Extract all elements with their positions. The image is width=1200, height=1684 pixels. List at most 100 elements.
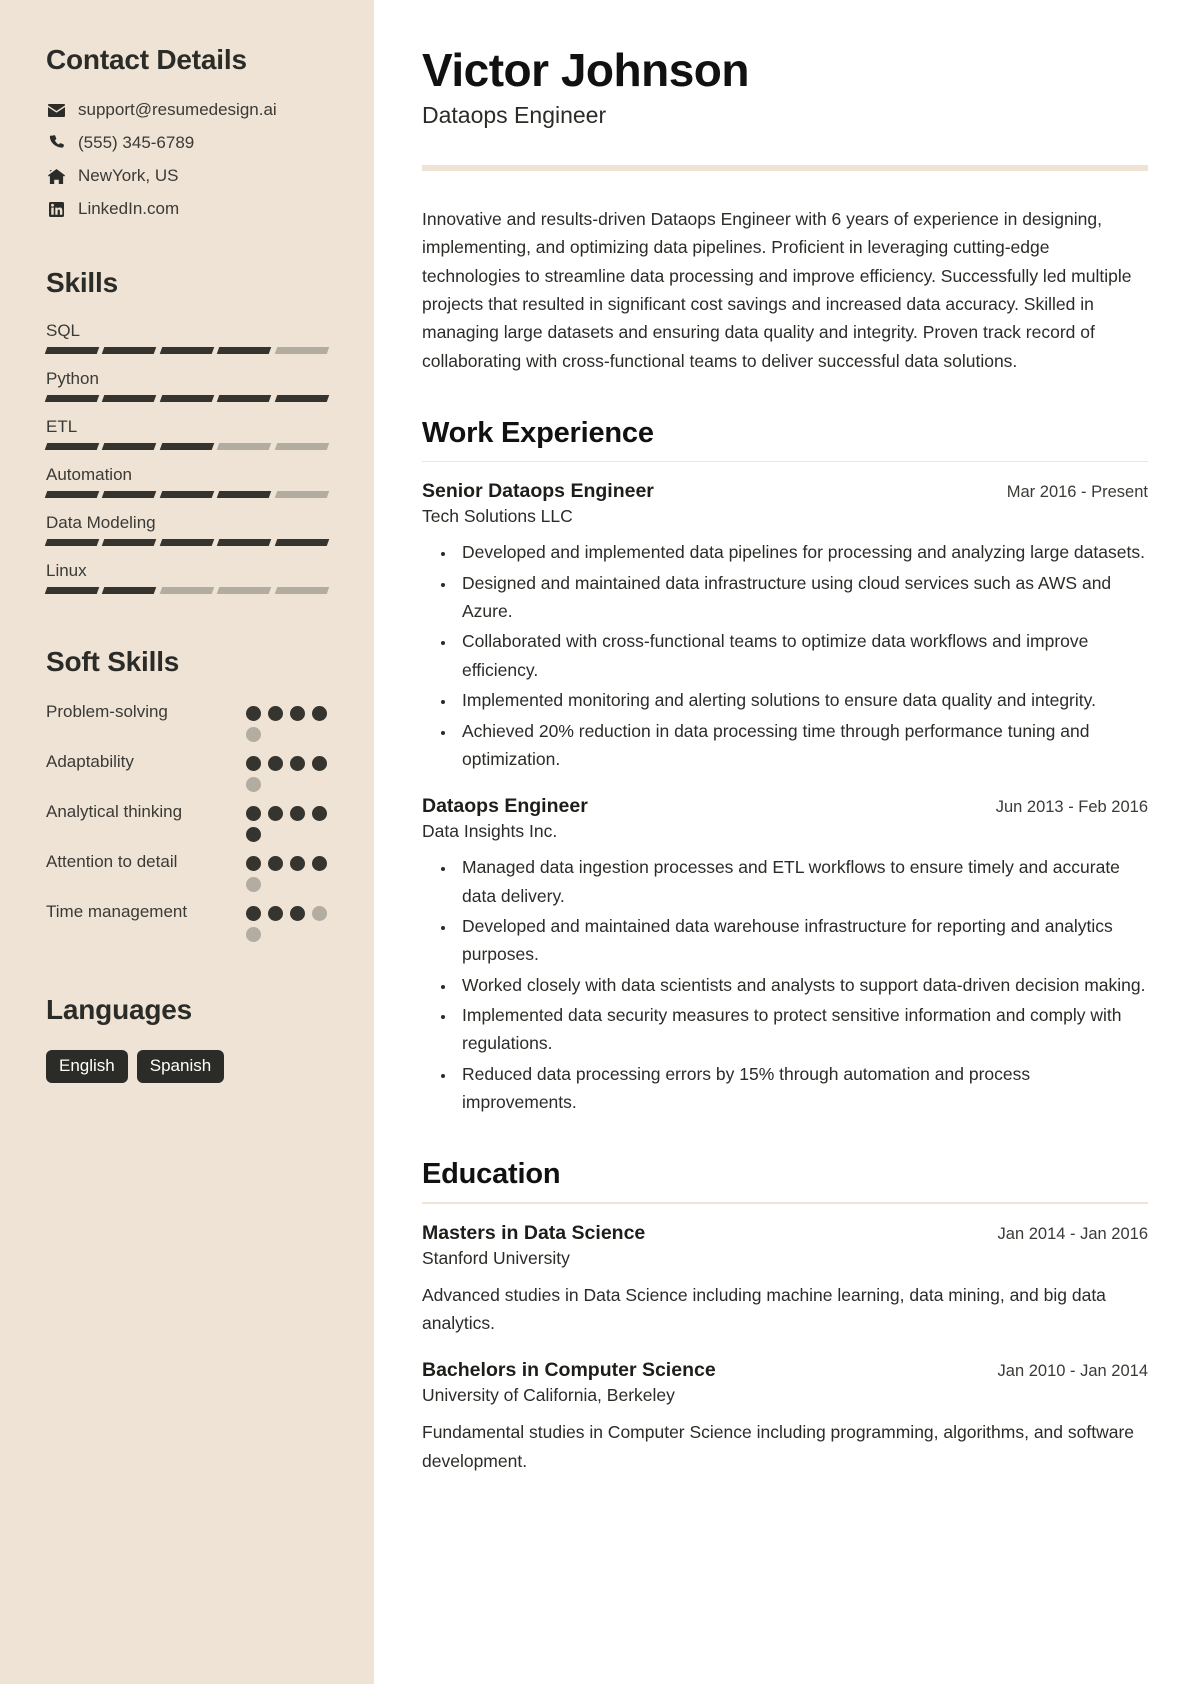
work-bullet: Developed and maintained data warehouse … bbox=[456, 912, 1148, 969]
rating-dot bbox=[290, 806, 305, 821]
skill-segment bbox=[44, 587, 100, 594]
contact-item[interactable]: support@resumedesign.ai bbox=[46, 100, 328, 120]
candidate-job-title: Dataops Engineer bbox=[422, 101, 607, 128]
skill-segment bbox=[159, 491, 215, 498]
soft-skill-name: Problem-solving bbox=[46, 702, 168, 721]
rating-dot bbox=[312, 906, 327, 921]
education-degree: Bachelors in Computer Science bbox=[422, 1359, 716, 1382]
professional-summary: Innovative and results-driven Dataops En… bbox=[422, 208, 1132, 371]
skill-row: Automation bbox=[44, 465, 330, 498]
language-tag[interactable]: English bbox=[46, 1050, 128, 1084]
work-experience-heading: Work Experience bbox=[422, 416, 654, 449]
skill-segment bbox=[44, 347, 100, 354]
skill-segment bbox=[274, 395, 330, 402]
skill-name: ETL bbox=[46, 417, 78, 436]
skill-segment bbox=[274, 539, 330, 546]
skill-segment bbox=[102, 347, 158, 354]
education-entry-header: Masters in Data Science Jan 2014 - Jan 20… bbox=[422, 1222, 1148, 1245]
soft-skill-name: Analytical thinking bbox=[46, 802, 183, 821]
linkedin-icon bbox=[46, 201, 66, 218]
education-description: Advanced studies in Data Science includi… bbox=[422, 1284, 1106, 1334]
rating-dot bbox=[290, 856, 305, 871]
resume-main: Victor Johnson Dataops Engineer Innovati… bbox=[374, 0, 1200, 1684]
rating-dot bbox=[290, 756, 305, 771]
education-entries: Masters in Data Science Jan 2014 - Jan 20… bbox=[422, 1222, 1148, 1475]
soft-skill-row: Problem-solving bbox=[46, 700, 328, 742]
skill-segment bbox=[102, 443, 158, 450]
skill-row: SQL bbox=[44, 321, 330, 354]
work-entry-bullets: Managed data ingestion processes and ETL… bbox=[422, 853, 1148, 1116]
skill-segment bbox=[216, 491, 272, 498]
work-entry-company: Data Insights Inc. bbox=[422, 821, 558, 842]
skill-segment bbox=[216, 395, 272, 402]
contact-item[interactable]: NewYork, US bbox=[46, 166, 328, 186]
contact-list: support@resumedesign.ai (555) 345-6789 New… bbox=[46, 100, 328, 219]
education-entry: Bachelors in Computer Science Jan 2010 - … bbox=[422, 1359, 1148, 1475]
skill-row: Python bbox=[44, 369, 330, 402]
education-date: Jan 2010 - Jan 2014 bbox=[997, 1362, 1148, 1381]
skill-segment bbox=[159, 443, 215, 450]
rating-dot bbox=[290, 706, 305, 721]
work-bullet: Designed and maintained data infrastruct… bbox=[456, 569, 1148, 626]
soft-skill-row: Attention to detail bbox=[46, 850, 328, 892]
sidebar: Contact Details support@resumedesign.ai (… bbox=[0, 0, 374, 1684]
work-bullet: Implemented data security measures to pr… bbox=[456, 1001, 1148, 1058]
rating-dot bbox=[246, 827, 261, 842]
skill-level-bar bbox=[44, 587, 330, 594]
rating-dot bbox=[246, 706, 261, 721]
rating-dot bbox=[312, 856, 327, 871]
skill-segment bbox=[102, 539, 158, 546]
skill-segment bbox=[274, 347, 330, 354]
contact-item[interactable]: LinkedIn.com bbox=[46, 199, 328, 219]
skill-segment bbox=[216, 587, 272, 594]
education-description: Fundamental studies in Computer Science … bbox=[422, 1422, 1135, 1471]
skill-segment bbox=[216, 539, 272, 546]
skill-segment bbox=[216, 443, 272, 450]
envelope-icon bbox=[46, 102, 66, 119]
skill-level-bar bbox=[44, 539, 330, 546]
work-entries: Senior Dataops Engineer Mar 2016 - Presen… bbox=[422, 480, 1148, 1116]
rating-dot bbox=[268, 856, 283, 871]
work-entry-header: Dataops Engineer Jun 2013 - Feb 2016 bbox=[422, 795, 1148, 818]
work-entry-date: Jun 2013 - Feb 2016 bbox=[995, 798, 1148, 817]
soft-skill-rating bbox=[246, 800, 328, 842]
education-section: Education Masters in Data Science Jan 201… bbox=[422, 1158, 1148, 1475]
rating-dot bbox=[246, 806, 261, 821]
work-experience-section: Work Experience Senior Dataops Engineer M… bbox=[422, 417, 1148, 1116]
language-tag[interactable]: Spanish bbox=[136, 1050, 225, 1084]
soft-skills-heading: Soft Skills bbox=[46, 646, 180, 677]
phone-icon bbox=[46, 135, 66, 152]
skill-segment bbox=[44, 539, 100, 546]
home-icon bbox=[46, 168, 66, 185]
skill-segment bbox=[102, 491, 158, 498]
candidate-name: Victor Johnson bbox=[422, 44, 749, 96]
soft-skill-row: Time management bbox=[46, 900, 328, 942]
skill-segment bbox=[159, 347, 215, 354]
skill-segment bbox=[274, 491, 330, 498]
education-entry: Masters in Data Science Jan 2014 - Jan 20… bbox=[422, 1222, 1148, 1338]
education-heading: Education bbox=[422, 1158, 561, 1191]
skill-segment bbox=[274, 587, 330, 594]
contact-item[interactable]: (555) 345-6789 bbox=[46, 133, 328, 153]
rating-dot bbox=[246, 727, 261, 742]
work-bullet: Achieved 20% reduction in data processin… bbox=[456, 717, 1148, 774]
soft-skill-rating bbox=[246, 850, 328, 892]
soft-skill-name: Attention to detail bbox=[46, 852, 178, 871]
work-entry: Dataops Engineer Jun 2013 - Feb 2016 Data … bbox=[422, 795, 1148, 1116]
soft-skill-rating bbox=[246, 900, 328, 942]
work-bullet: Developed and implemented data pipelines… bbox=[456, 538, 1148, 566]
skill-name: Data Modeling bbox=[46, 513, 156, 532]
skill-name: Automation bbox=[46, 465, 132, 484]
rating-dot bbox=[312, 806, 327, 821]
contact-details-heading: Contact Details bbox=[46, 44, 247, 75]
education-date: Jan 2014 - Jan 2016 bbox=[997, 1224, 1148, 1243]
contact-value: LinkedIn.com bbox=[78, 199, 180, 218]
skill-name: Python bbox=[46, 369, 99, 388]
skills-heading: Skills bbox=[46, 267, 118, 298]
work-bullet: Managed data ingestion processes and ETL… bbox=[456, 853, 1148, 910]
rating-dot bbox=[246, 756, 261, 771]
skill-row: ETL bbox=[44, 417, 330, 450]
rating-dot bbox=[268, 906, 283, 921]
skills-list: SQL Python ETL Automation Data Modeling Linux bbox=[44, 321, 330, 594]
rating-dot bbox=[268, 756, 283, 771]
